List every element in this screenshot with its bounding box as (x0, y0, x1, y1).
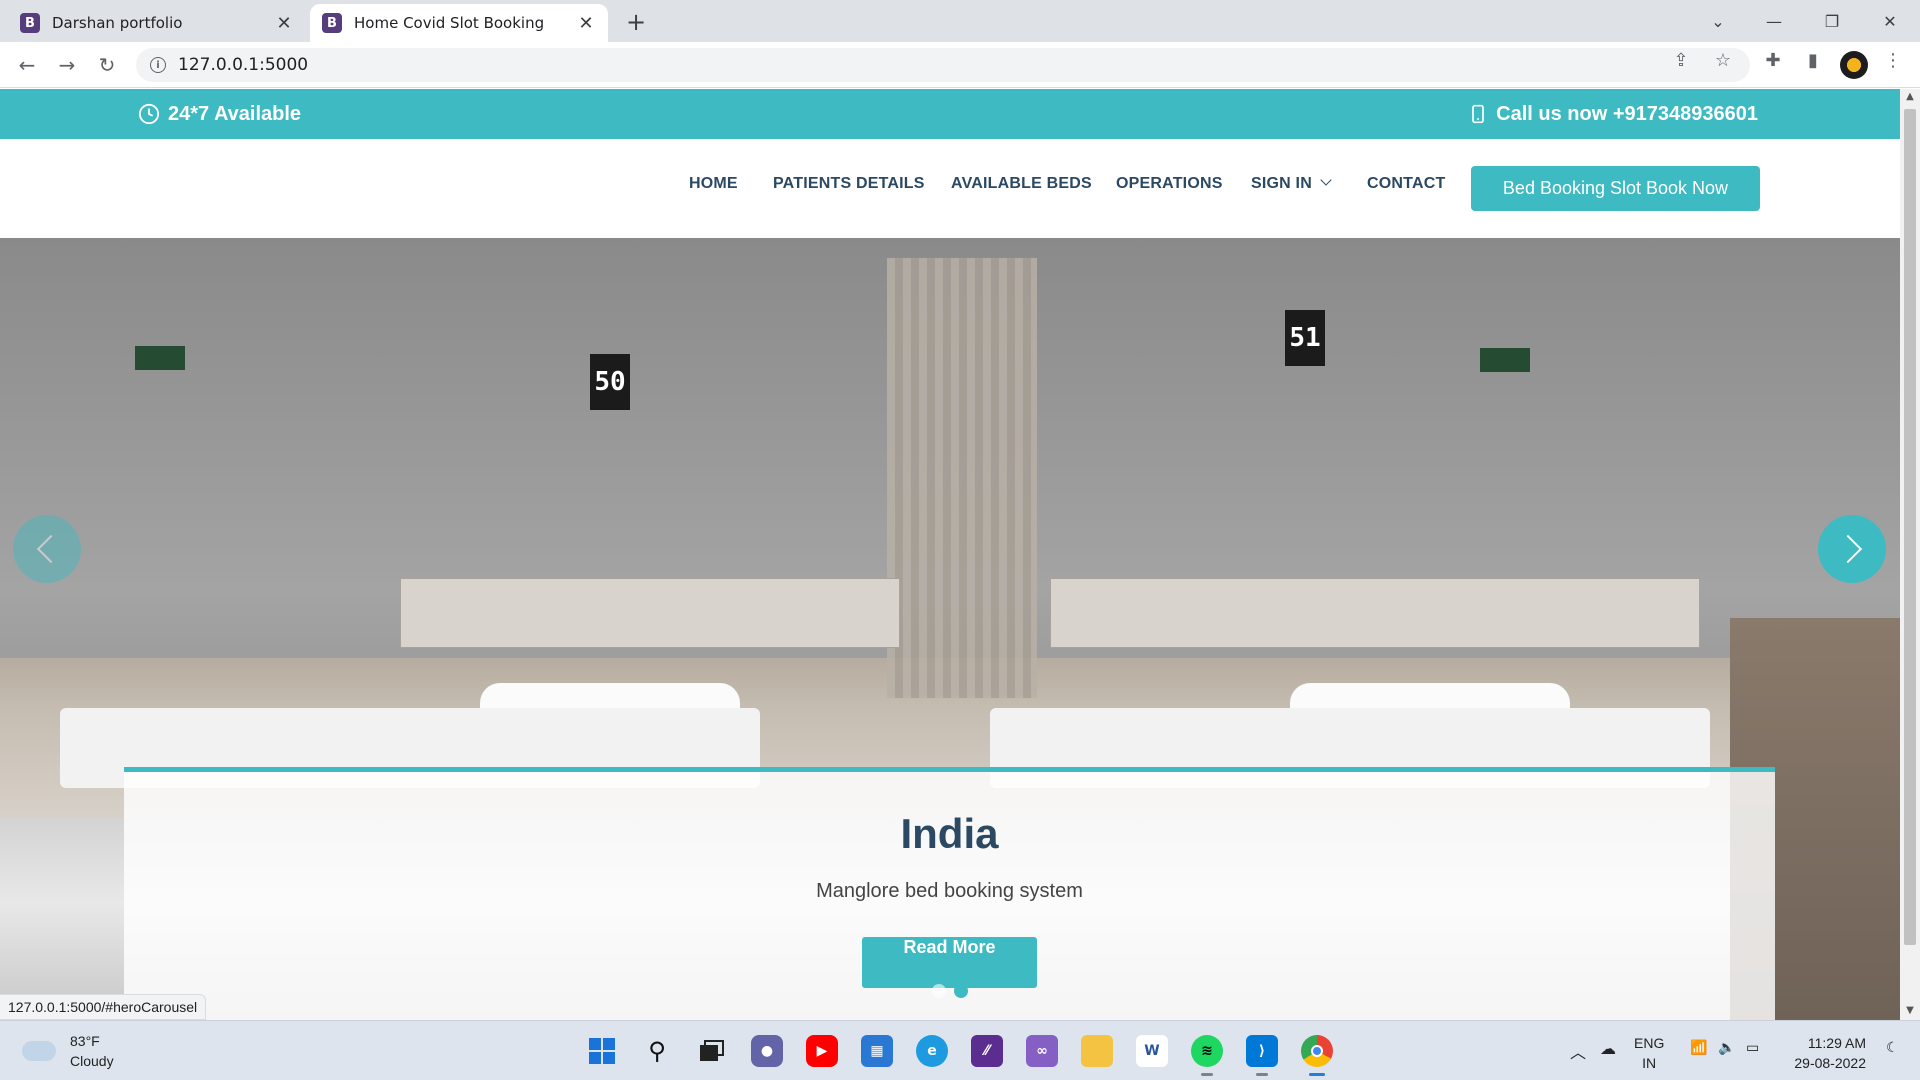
tab-darshan-portfolio[interactable]: B Darshan portfolio ✕ (8, 4, 306, 42)
availability-info: 24*7 Available (138, 89, 301, 139)
task-view-icon[interactable] (696, 1035, 728, 1067)
carousel-indicators (0, 984, 1900, 998)
vscode-icon[interactable]: ⟩ (1246, 1035, 1278, 1076)
menu-icon[interactable]: ⋮ (1882, 49, 1904, 71)
page-scrollbar[interactable]: ▲ ▼ (1900, 89, 1920, 1020)
clock-date: 29-08-2022 (1794, 1055, 1866, 1071)
reload-icon[interactable]: ↻ (92, 50, 122, 80)
tab-title: Home Covid Slot Booking (354, 14, 545, 32)
scroll-up-icon[interactable]: ▲ (1904, 91, 1916, 103)
room-number-sign: 51 (1285, 310, 1325, 366)
wifi-icon[interactable]: 📶 (1690, 1039, 1707, 1056)
nav-available-beds[interactable]: AVAILABLE BEDS (951, 175, 1092, 193)
nav-operations[interactable]: OPERATIONS (1116, 175, 1223, 193)
nav-sign-in-dropdown[interactable]: SIGN IN (1251, 175, 1330, 193)
tab-home-covid-slot-booking[interactable]: B Home Covid Slot Booking ✕ (310, 4, 608, 42)
weather-condition: Cloudy (70, 1053, 114, 1069)
clock-time: 11:29 AM (1807, 1035, 1866, 1051)
nav-patients-details[interactable]: PATIENTS DETAILS (773, 175, 925, 193)
caption-subtitle: Manglore bed booking system (816, 880, 1083, 902)
bootstrap-favicon-icon: B (322, 13, 342, 33)
call-info: Call us now +917348936601 (1468, 89, 1758, 139)
volume-icon[interactable]: 🔈 (1718, 1039, 1735, 1056)
extensions-icon[interactable]: ✚ (1762, 49, 1784, 71)
microsoft-store-icon[interactable]: ▦ (861, 1035, 893, 1067)
address-bar[interactable]: i 127.0.0.1:5000 (136, 48, 1750, 82)
visual-studio-preview-icon[interactable]: ⁄⁄ (971, 1035, 1003, 1067)
new-tab-button[interactable]: + (622, 8, 650, 36)
restore-button[interactable]: ❐ (1812, 6, 1852, 36)
weather-temp: 83°F (70, 1033, 100, 1049)
close-tab-icon[interactable]: ✕ (576, 13, 596, 34)
cloud-icon (22, 1041, 56, 1061)
exit-sign (1480, 348, 1530, 372)
scroll-down-icon[interactable]: ▼ (1904, 1005, 1916, 1017)
windows-start-icon[interactable] (586, 1035, 618, 1067)
read-more-button[interactable]: Read More (862, 937, 1037, 988)
contact-topbar: 24*7 Available Call us now +917348936601 (0, 89, 1900, 139)
call-text[interactable]: Call us now +917348936601 (1496, 103, 1758, 126)
visual-studio-icon[interactable]: ∞ (1026, 1035, 1058, 1067)
profile-avatar[interactable] (1840, 51, 1868, 79)
youtube-icon[interactable]: ▶ (806, 1035, 838, 1067)
notification-moon-icon[interactable]: ☾ (1886, 1039, 1899, 1056)
spotify-icon[interactable]: ≋ (1191, 1035, 1223, 1076)
main-navbar: HOME PATIENTS DETAILS AVAILABLE BEDS OPE… (0, 139, 1900, 238)
nav-home[interactable]: HOME (689, 175, 738, 193)
hero-photo-service-panel (1050, 578, 1700, 648)
exit-sign (135, 346, 185, 370)
battery-icon[interactable]: ▭ (1746, 1039, 1759, 1056)
carousel-indicator[interactable] (932, 984, 946, 998)
close-tab-icon[interactable]: ✕ (274, 13, 294, 34)
onedrive-icon[interactable]: ☁ (1600, 1039, 1616, 1059)
availability-text: 24*7 Available (168, 102, 302, 125)
tab-search-chevron-down-icon[interactable]: ⌄ (1698, 6, 1738, 36)
clock-icon (138, 103, 160, 125)
browser-tab-strip: B Darshan portfolio ✕ B Home Covid Slot … (0, 0, 1920, 42)
minimize-button[interactable]: — (1754, 6, 1794, 36)
star-icon[interactable]: ☆ (1712, 49, 1734, 71)
bootstrap-favicon-icon: B (20, 13, 40, 33)
info-icon[interactable]: i (150, 57, 166, 73)
tab-title: Darshan portfolio (52, 14, 183, 32)
nav-contact[interactable]: CONTACT (1367, 175, 1445, 193)
share-icon[interactable]: ⇪ (1670, 49, 1692, 71)
chrome-icon[interactable] (1301, 1035, 1333, 1076)
forward-icon[interactable]: → (52, 50, 82, 80)
phone-icon (1472, 104, 1484, 124)
language-indicator[interactable]: ENG IN (1634, 1033, 1664, 1073)
room-number-sign: 50 (590, 354, 630, 410)
close-window-button[interactable]: ✕ (1870, 6, 1910, 36)
windows-taskbar: 83°F Cloudy ⚲ ● ▶ ▦ e ⁄⁄ ∞ W ≋ ⟩ ︿ ☁ ENG… (0, 1020, 1920, 1080)
back-icon[interactable]: ← (12, 50, 42, 80)
carousel-indicator-active[interactable] (954, 984, 968, 998)
edge-icon[interactable]: e (916, 1035, 948, 1067)
sidepanel-icon[interactable]: ▮ (1802, 49, 1824, 71)
hero-photo-curtain (887, 258, 1037, 698)
weather-widget[interactable]: 83°F Cloudy (22, 1031, 114, 1071)
caption-title: India (900, 810, 999, 857)
word-icon[interactable]: W (1136, 1035, 1168, 1067)
url-text[interactable]: 127.0.0.1:5000 (178, 55, 308, 75)
browser-toolbar: ← → ↻ i 127.0.0.1:5000 ⇪ ☆ ✚ ▮ ⋮ (0, 42, 1920, 88)
language-code: ENG (1634, 1035, 1665, 1051)
teams-chat-icon[interactable]: ● (751, 1035, 783, 1067)
carousel-next-button[interactable] (1818, 515, 1886, 583)
carousel-caption: India Manglore bed booking system Read M… (124, 767, 1775, 1020)
scrollbar-thumb[interactable] (1904, 109, 1916, 945)
file-explorer-icon[interactable] (1081, 1035, 1113, 1067)
link-status-bubble: 127.0.0.1:5000/#heroCarousel (0, 994, 207, 1020)
region-code: IN (1642, 1055, 1657, 1071)
system-clock[interactable]: 11:29 AM 29-08-2022 (1780, 1033, 1866, 1073)
book-slot-button[interactable]: Bed Booking Slot Book Now (1471, 166, 1760, 211)
hero-photo-service-panel (400, 578, 900, 648)
search-icon[interactable]: ⚲ (641, 1035, 673, 1067)
carousel-prev-button[interactable] (13, 515, 81, 583)
chevron-up-icon[interactable]: ︿ (1570, 1039, 1586, 1063)
web-page: 24*7 Available Call us now +917348936601… (0, 89, 1900, 1020)
